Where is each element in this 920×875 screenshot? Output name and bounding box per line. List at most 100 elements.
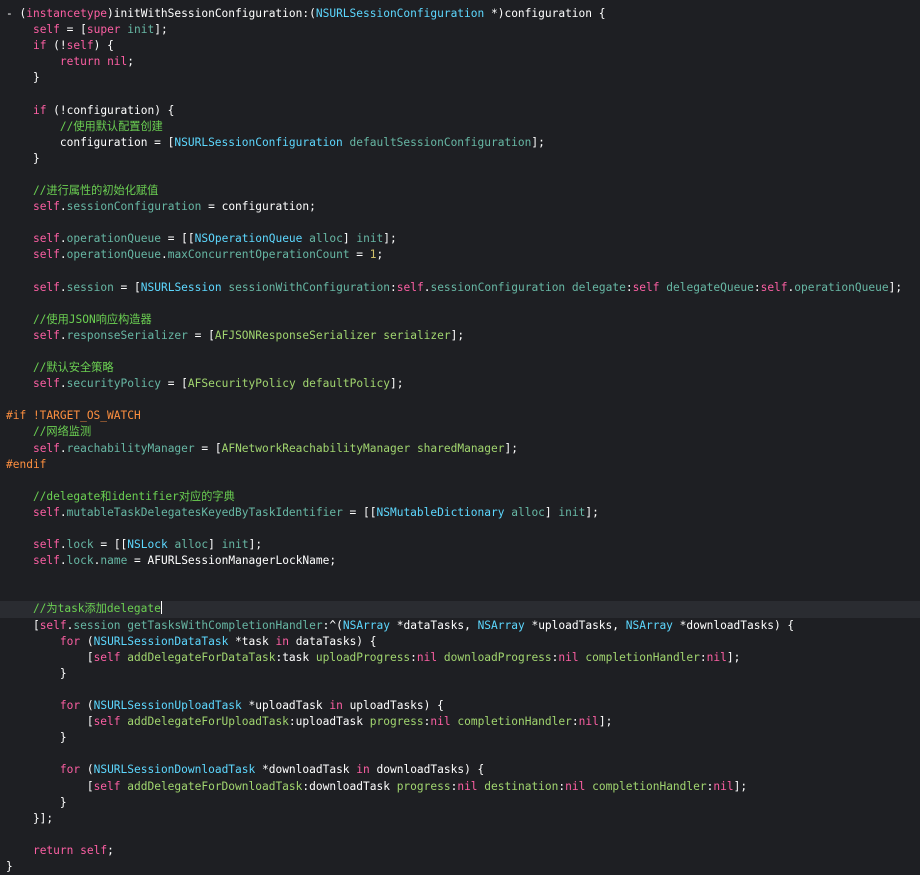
code-line[interactable]: //使用JSON响应构造器	[0, 312, 920, 328]
code-line[interactable]	[0, 344, 920, 360]
code-line[interactable]	[0, 827, 920, 843]
code-token-plain: ];	[888, 280, 903, 294]
code-line[interactable]	[0, 473, 920, 489]
code-token-comment: //默认安全策略	[6, 361, 114, 375]
code-token-plain: (!	[46, 39, 67, 53]
code-line[interactable]	[0, 86, 920, 102]
code-line[interactable]: #endif	[0, 457, 920, 473]
code-token-plain: ]	[208, 538, 222, 552]
code-line[interactable]: self.responseSerializer = [AFJSONRespons…	[0, 328, 920, 344]
code-line[interactable]	[0, 682, 920, 698]
code-line[interactable]: //为task添加delegate	[0, 601, 920, 618]
code-line[interactable]: for (NSURLSessionUploadTask *uploadTask …	[0, 698, 920, 714]
code-line[interactable]: //使用默认配置创建	[0, 119, 920, 135]
code-line[interactable]: if (!configuration) {	[0, 103, 920, 119]
code-line[interactable]: self.operationQueue = [[NSOperationQueue…	[0, 231, 920, 247]
code-line[interactable]: for (NSURLSessionDataTask *task in dataT…	[0, 634, 920, 650]
code-line[interactable]: }	[0, 795, 920, 811]
code-line[interactable]: self.securityPolicy = [AFSecurityPolicy …	[0, 376, 920, 392]
code-token-plain: ]	[544, 505, 559, 519]
code-line[interactable]: self.mutableTaskDelegatesKeyedByTaskIden…	[0, 505, 920, 521]
code-line[interactable]	[0, 167, 920, 183]
code-token-class: NSLock	[127, 538, 168, 552]
code-token-plain: uploadTasks) {	[342, 699, 444, 713]
code-token-method: alloc	[511, 505, 545, 519]
code-line[interactable]: return self;	[0, 843, 920, 859]
code-line[interactable]: }	[0, 70, 920, 86]
code-token-plain: :^(	[322, 618, 343, 632]
code-line[interactable]: self.lock = [[NSLock alloc] init];	[0, 537, 920, 553]
code-line[interactable]: self = [super init];	[0, 22, 920, 38]
code-token-keyword: return	[59, 55, 101, 69]
code-line[interactable]: }	[0, 730, 920, 746]
code-token-plain: .	[59, 377, 67, 391]
code-line[interactable]	[0, 296, 920, 312]
code-token-const: completionHandler	[592, 779, 707, 793]
code-token-keyword: nil	[578, 715, 599, 729]
code-line[interactable]: //网络监测	[0, 424, 920, 440]
code-line[interactable]: if (!self) {	[0, 38, 920, 54]
code-line[interactable]: //进行属性的初始化赋值	[0, 183, 920, 199]
code-line[interactable]: configuration = [NSURLSessionConfigurati…	[0, 135, 920, 151]
code-line[interactable]	[0, 392, 920, 408]
code-token-const: serializer	[383, 328, 451, 342]
code-token-method: init	[558, 505, 586, 519]
code-line[interactable]	[0, 569, 920, 585]
code-token-plain: ) {	[93, 39, 114, 53]
code-token-const: destination	[484, 779, 559, 793]
code-token-plain: .	[59, 441, 67, 455]
code-token-prop: lock	[66, 538, 94, 552]
code-line[interactable]: [self addDelegateForUploadTask:uploadTas…	[0, 714, 920, 730]
code-token-plain: :	[699, 650, 707, 664]
code-token-plain: ];	[733, 779, 748, 793]
code-token-keyword: self	[632, 280, 660, 294]
code-line[interactable]: self.sessionConfiguration = configuratio…	[0, 199, 920, 215]
code-line[interactable]: self.operationQueue.maxConcurrentOperati…	[0, 247, 920, 263]
code-line[interactable]: self.lock.name = AFURLSessionManagerLock…	[0, 553, 920, 569]
code-token-plain: [	[6, 715, 94, 729]
code-token-keyword: for	[59, 699, 81, 713]
code-line[interactable]: //默认安全策略	[0, 360, 920, 376]
code-line[interactable]: [self.session getTasksWithCompletionHand…	[0, 618, 920, 634]
code-token-plain: (	[80, 699, 94, 713]
code-token-class: NSArray	[342, 618, 390, 632]
code-token-class: NSURLSessionConfiguration	[315, 7, 485, 20]
code-line[interactable]: }];	[0, 811, 920, 827]
code-token-method: alloc	[174, 538, 209, 552]
code-token-comment: //为task添加delegate	[6, 602, 161, 616]
code-token-class: NSOperationQueue	[194, 232, 303, 246]
code-line[interactable]: //delegate和identifier对应的字典	[0, 489, 920, 505]
code-line[interactable]: - (instancetype)initWithSessionConfigura…	[0, 6, 920, 22]
code-line[interactable]: self.session = [NSURLSession sessionWith…	[0, 280, 920, 296]
code-line[interactable]: [self addDelegateForDownloadTask:downloa…	[0, 779, 920, 795]
code-token-keyword: if	[32, 39, 47, 53]
code-line[interactable]: }	[0, 859, 920, 875]
code-token-plain: }	[6, 666, 67, 680]
code-line[interactable]	[0, 521, 920, 537]
code-line[interactable]: #if !TARGET_OS_WATCH	[0, 408, 920, 424]
code-line[interactable]: }	[0, 151, 920, 167]
code-token-keyword: self	[39, 618, 67, 632]
code-line[interactable]: for (NSURLSessionDownloadTask *downloadT…	[0, 762, 920, 778]
code-line[interactable]: self.reachabilityManager = [AFNetworkRea…	[0, 441, 920, 457]
code-token-plain: :uploadTask	[288, 715, 370, 729]
code-token-plain: ;	[127, 55, 135, 69]
code-line[interactable]: }	[0, 666, 920, 682]
code-token-keyword: self	[32, 377, 60, 391]
code-line[interactable]	[0, 585, 920, 601]
code-line[interactable]: [self addDelegateForDataTask:task upload…	[0, 650, 920, 666]
code-line[interactable]	[0, 264, 920, 280]
code-token-plain: = AFURLSessionManagerLockName;	[127, 554, 337, 568]
code-line[interactable]	[0, 215, 920, 231]
code-editor[interactable]: - (instancetype)initWithSessionConfigura…	[0, 0, 920, 873]
code-line[interactable]	[0, 746, 920, 762]
code-line[interactable]: return nil;	[0, 54, 920, 70]
code-token-plain: }	[6, 71, 40, 85]
code-token-const: AFJSONResponseSerializer	[214, 328, 377, 342]
